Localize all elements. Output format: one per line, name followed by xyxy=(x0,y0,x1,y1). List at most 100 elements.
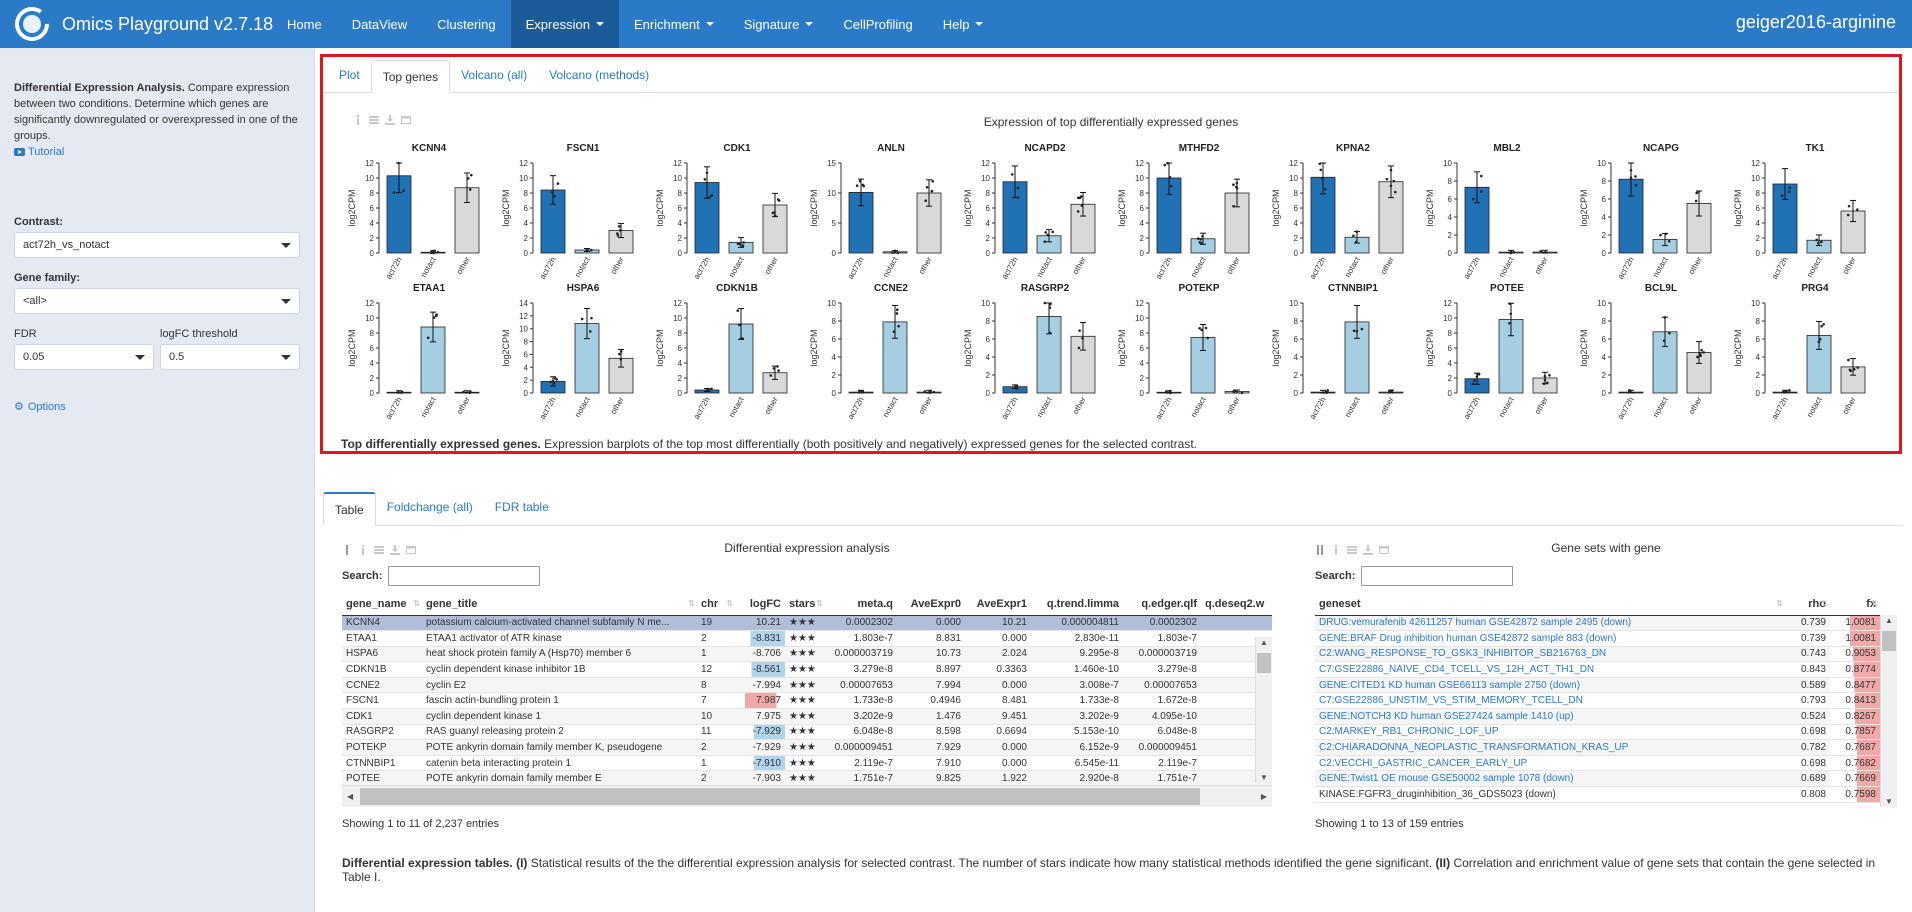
scroll-left-icon[interactable]: ◀ xyxy=(347,792,353,801)
table-row[interactable]: GENE:Twist1 OE mouse GSE50002 sample 107… xyxy=(1315,770,1880,788)
nav-enrichment[interactable]: Enrichment xyxy=(619,0,729,48)
fullscreen-icon[interactable] xyxy=(401,115,411,125)
table-row[interactable]: CDKN1B cyclin dependent kinase inhibitor … xyxy=(342,661,1272,678)
table-row[interactable]: ETAA1 ETAA1 activator of ATR kinase 2 -8.83… xyxy=(342,630,1272,647)
table-row[interactable]: GENE:NOTCH3 KD human GSE27424 sample 141… xyxy=(1315,708,1880,725)
y-tick-label: 8 xyxy=(1294,317,1299,326)
table-row[interactable]: C2:CHIARADONNA_NEOPLASTIC_TRANSFORMATION… xyxy=(1315,739,1880,756)
column-header-logfc[interactable]: logFC xyxy=(735,593,785,616)
de-search-input[interactable] xyxy=(388,566,541,586)
cell-aveexpr1: 0.000 xyxy=(965,739,1031,756)
nav-expression[interactable]: Expression xyxy=(510,0,619,48)
column-header-q-trend-limma[interactable]: q.trend.limma xyxy=(1031,593,1123,616)
scroll-down-icon[interactable]: ▼ xyxy=(1260,773,1268,782)
column-header-rho[interactable]: rho ⇅ xyxy=(1785,593,1830,616)
data-point xyxy=(1820,240,1823,244)
column-header-meta-q[interactable]: meta.q xyxy=(825,593,897,616)
table-row[interactable]: FSCN1 fascin actin-bundling protein 1 7 7.9… xyxy=(342,692,1272,710)
column-header-aveexpr0[interactable]: AveExpr0 xyxy=(897,593,965,616)
nav-home[interactable]: Home xyxy=(272,0,337,48)
column-header-q-edger-qlf[interactable]: q.edger.qlf xyxy=(1123,593,1201,616)
cell-geneset[interactable]: GENE:NOTCH3 KD human GSE27424 sample 141… xyxy=(1315,708,1785,725)
cell-geneset[interactable]: KINASE:FGFR3_druginhibition_36_GDS5023 (… xyxy=(1315,786,1785,803)
tab-table[interactable]: Table xyxy=(323,492,376,526)
table-row[interactable]: GENE:BRAF Drug inhibition human GSE42872… xyxy=(1315,630,1880,647)
logfc-threshold-select[interactable]: 0.5 xyxy=(160,344,300,370)
table-row[interactable]: C7:GSE22886_UNSTIM_VS_STIM_MEMORY_TCELL_… xyxy=(1315,692,1880,710)
table-row[interactable]: C7:GSE22886_NAIVE_CD4_TCELL_VS_12H_ACT_T… xyxy=(1315,661,1880,678)
de-vscroll-thumb[interactable] xyxy=(1257,653,1271,673)
data-point xyxy=(739,336,743,340)
tab-volcano-methods[interactable]: Volcano (methods) xyxy=(538,59,660,92)
table-row[interactable]: C2:VECCHI_GASTRIC_CANCER_EARLY_UP 0.698 0.… xyxy=(1315,755,1880,772)
cell-q-edger-qlf: 1.672e-8 xyxy=(1123,692,1201,710)
nav-clustering[interactable]: Clustering xyxy=(422,0,511,48)
cell-geneset[interactable]: C2:MARKEY_RB1_CHRONIC_LOF_UP xyxy=(1315,724,1785,741)
table-row[interactable]: POTEKP POTE ankyrin domain family member … xyxy=(342,739,1272,756)
fdr-select[interactable]: 0.05 xyxy=(14,344,154,370)
gene-family-label: Gene family: xyxy=(14,272,81,284)
table-row[interactable]: CDK1 cyclin dependent kinase 1 10 7.975 ★★★ 3… xyxy=(342,708,1272,725)
cell-geneset[interactable]: C2:CHIARADONNA_NEOPLASTIC_TRANSFORMATION… xyxy=(1315,739,1785,756)
data-point xyxy=(1044,231,1047,234)
brand[interactable]: Omics Playground v2.7.18 xyxy=(0,6,273,42)
tab-top-genes[interactable]: Top genes xyxy=(370,60,451,93)
cell-geneset[interactable]: C2:VECCHI_GASTRIC_CANCER_EARLY_UP xyxy=(1315,755,1785,772)
table-row[interactable]: KINASE:FGFR3_druginhibition_36_GDS5023 (… xyxy=(1315,786,1880,803)
tutorial-link[interactable]: Tutorial xyxy=(14,146,300,158)
cell-geneset[interactable]: C7:GSE22886_UNSTIM_VS_STIM_MEMORY_TCELL_… xyxy=(1315,692,1785,710)
nav-cellprofiling[interactable]: CellProfiling xyxy=(828,0,927,48)
cell-geneset[interactable]: GENE:Twist1 OE mouse GSE50002 sample 107… xyxy=(1315,770,1785,788)
cell-geneset[interactable]: GENE:CITED1 KD human GSE66113 sample 275… xyxy=(1315,677,1785,694)
cell-geneset[interactable]: GENE:BRAF Drug inhibition human GSE42872… xyxy=(1315,630,1785,647)
nav-help[interactable]: Help xyxy=(928,0,999,48)
de-hscroll-thumb[interactable] xyxy=(360,788,1200,805)
column-header-fx[interactable]: fx ⇅ xyxy=(1830,593,1880,616)
cell-geneset[interactable]: C2:WANG_RESPONSE_TO_GSK3_INHIBITOR_SB216… xyxy=(1315,646,1785,663)
download-icon[interactable] xyxy=(385,115,395,125)
sort-icon: ⇅ xyxy=(816,599,823,608)
de-table-horizontal-scrollbar[interactable]: ◀ ▶ xyxy=(342,785,1272,807)
table-row[interactable]: C2:WANG_RESPONSE_TO_GSK3_INHIBITOR_SB216… xyxy=(1315,646,1880,663)
table-row[interactable]: POTEE POTE ankyrin domain family member E… xyxy=(342,770,1272,785)
table-row[interactable]: DRUG:vemurafenib 42611257 human GSE42872… xyxy=(1315,615,1880,632)
table-row[interactable]: CCNE2 cyclin E2 8 -7.994 ★★★ 0.00007653 7.994 0… xyxy=(342,677,1272,694)
gs-search-input[interactable] xyxy=(1361,566,1514,586)
contrast-select[interactable]: act72h_vs_notact xyxy=(14,232,300,258)
column-header-geneset[interactable]: geneset ⇅ xyxy=(1315,593,1785,616)
scroll-up-icon[interactable]: ▲ xyxy=(1885,616,1893,625)
table-row[interactable]: C2:MARKEY_RB1_CHRONIC_LOF_UP 0.698 0.7857 xyxy=(1315,724,1880,741)
gs-vscroll-thumb[interactable] xyxy=(1882,631,1896,651)
scroll-right-icon[interactable]: ▶ xyxy=(1261,792,1267,801)
column-header-q-deseq2-w[interactable]: q.deseq2.w xyxy=(1201,593,1272,616)
tab-plot[interactable]: Plot xyxy=(328,59,371,92)
y-tick-label: 8 xyxy=(678,329,683,338)
gene-panel-title: TK1 xyxy=(1806,143,1825,154)
tab-fdr-table[interactable]: FDR table xyxy=(484,491,560,525)
scroll-down-icon[interactable]: ▼ xyxy=(1885,797,1893,806)
options-link[interactable]: ⚙ Options xyxy=(14,400,300,414)
nav-dataview[interactable]: DataView xyxy=(337,0,422,48)
column-header-aveexpr1[interactable]: AveExpr1 xyxy=(965,593,1031,616)
de-table-vertical-scrollbar[interactable]: ▲ ▼ xyxy=(1255,637,1272,783)
tab-volcano-all[interactable]: Volcano (all) xyxy=(450,59,538,92)
column-header-stars[interactable]: stars ⇅ xyxy=(785,593,825,616)
menu-icon[interactable] xyxy=(369,115,379,125)
column-header-gene-name[interactable]: gene_name ⇅ xyxy=(342,593,422,616)
cell-geneset[interactable]: C7:GSE22886_NAIVE_CD4_TCELL_VS_12H_ACT_T… xyxy=(1315,661,1785,678)
info-icon[interactable] xyxy=(353,115,363,125)
x-tick-label: other xyxy=(1687,255,1704,276)
tab-foldchange-all[interactable]: Foldchange (all) xyxy=(376,491,484,525)
table-row[interactable]: GENE:CITED1 KD human GSE66113 sample 275… xyxy=(1315,677,1880,694)
nav-signature[interactable]: Signature xyxy=(729,0,829,48)
table-row[interactable]: KCNN4 potassium calcium-activated channel… xyxy=(342,615,1272,632)
scroll-up-icon[interactable]: ▲ xyxy=(1260,638,1268,647)
gene-family-select[interactable]: <all> xyxy=(14,288,300,314)
column-header-chr[interactable]: chr ⇅ xyxy=(697,593,735,616)
table-row[interactable]: RASGRP2 RAS guanyl releasing protein 2 11-… xyxy=(342,724,1272,741)
column-header-gene-title[interactable]: gene_title ⇅ xyxy=(422,593,697,616)
cell-geneset[interactable]: DRUG:vemurafenib 42611257 human GSE42872… xyxy=(1315,615,1785,632)
gs-table-vertical-scrollbar[interactable]: ▲ ▼ xyxy=(1880,615,1897,807)
table-row[interactable]: CTNNBIP1 catenin beta interacting protein… xyxy=(342,755,1272,772)
table-row[interactable]: HSPA6 heat shock protein family A (Hsp70)… xyxy=(342,646,1272,663)
